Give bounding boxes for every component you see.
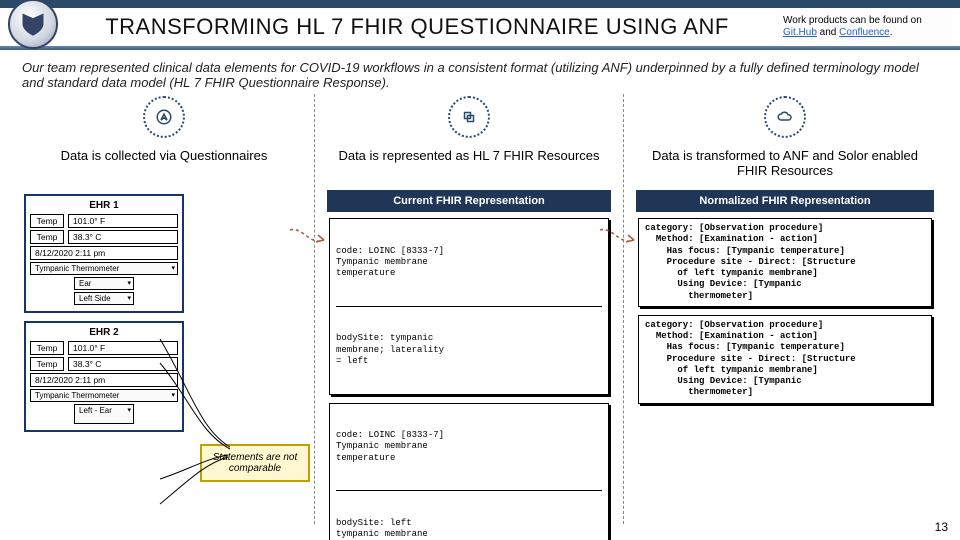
- ehr2-device: Tympanic Thermometer: [30, 389, 178, 402]
- intro-text: Our team represented clinical data eleme…: [0, 50, 960, 94]
- ehr1-temp-f: 101.0° F: [68, 214, 178, 228]
- ehr2-temp-c: 38.3° C: [68, 357, 178, 371]
- current-rep-1a: code: LOINC [8333-7] Tympanic membrane t…: [336, 246, 602, 280]
- current-rep-block1: code: LOINC [8333-7] Tympanic membrane t…: [329, 218, 609, 395]
- page-title: TRANSFORMING HL 7 FHIR QUESTIONNAIRE USI…: [58, 14, 776, 40]
- ehr2-title: EHR 2: [30, 327, 178, 338]
- ehr2-temp-label: Temp: [30, 341, 64, 355]
- ehr2-temp-f: 101.0° F: [68, 341, 178, 355]
- arrow-2: [598, 224, 642, 252]
- current-rep-1b: bodySite: tympanic membrane; laterality …: [336, 333, 602, 367]
- ehr1-temp-c: 38.3° C: [68, 230, 178, 244]
- ehr2-timestamp: 8/12/2020 2:11 pm: [30, 373, 178, 387]
- page-number: 13: [935, 520, 948, 534]
- normalized-rep-block-b: category: [Observation procedure] Method…: [638, 315, 932, 404]
- current-rep-2a: code: LOINC [8333-7] Tympanic membrane t…: [336, 430, 602, 464]
- current-rep-heading: Current FHIR Representation: [327, 190, 611, 212]
- col1-caption: Data is collected via Questionnaires: [14, 138, 314, 190]
- resource-icon: [448, 96, 490, 138]
- work-products-note: Work products can be found on Git.Hub an…: [776, 10, 952, 45]
- compass-icon: [143, 96, 185, 138]
- normalized-rep-block-a: category: [Observation procedure] Method…: [638, 218, 932, 307]
- current-rep-block2: code: LOINC [8333-7] Tympanic membrane t…: [329, 403, 609, 540]
- ehr1-side: Left Side: [74, 292, 134, 305]
- confluence-link[interactable]: Confluence: [839, 27, 890, 38]
- col2-caption: Data is represented as HL 7 FHIR Resourc…: [315, 138, 623, 190]
- ehr1-timestamp: 8/12/2020 2:11 pm: [30, 246, 178, 260]
- statement-note: Statements are not comparable: [200, 444, 310, 482]
- ehr1-temp-label2: Temp: [30, 230, 64, 244]
- ehr1-title: EHR 1: [30, 200, 178, 211]
- ehr2-temp-label2: Temp: [30, 357, 64, 371]
- arrow-1: [288, 224, 332, 252]
- ehr1-panel: EHR 1 Temp 101.0° F Temp 38.3° C 8/12/2020…: [24, 194, 184, 313]
- current-rep-2b: bodySite: left tympanic membrane: [336, 518, 602, 540]
- cloud-icon: [764, 96, 806, 138]
- ehr2-panel: EHR 2 Temp 101.0° F Temp 38.3° C 8/12/2020…: [24, 321, 184, 432]
- ehr2-side: Left - Ear: [74, 404, 134, 424]
- agency-seal-icon: [8, 0, 58, 49]
- ehr1-temp-label: Temp: [30, 214, 64, 228]
- github-link[interactable]: Git.Hub: [783, 27, 817, 38]
- normalized-rep-heading: Normalized FHIR Representation: [636, 190, 934, 212]
- ehr1-device: Tympanic Thermometer: [30, 262, 178, 275]
- ehr1-ear: Ear: [74, 277, 134, 290]
- col3-caption: Data is transformed to ANF and Solor ena…: [624, 138, 946, 190]
